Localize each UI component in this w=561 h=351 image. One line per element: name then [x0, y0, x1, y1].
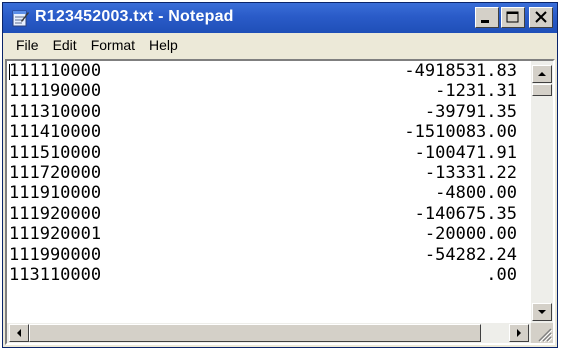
text-line: 111990000 -54282.24 — [7, 245, 531, 265]
text-line: 111190000 -1231.31 — [7, 81, 531, 101]
account-code: 111410000 — [9, 122, 102, 143]
text-line: 111910000 -4800.00 — [7, 183, 531, 203]
maximize-icon — [506, 11, 519, 23]
text-line: 111310000 -39791.35 — [7, 102, 531, 122]
minimize-button[interactable] — [475, 7, 499, 28]
text-line: 113110000 .00 — [7, 265, 531, 285]
amount-value: .00 — [486, 264, 517, 285]
account-code: 111920000 — [9, 203, 102, 224]
text-line: 111410000 -1510083.00 — [7, 122, 531, 142]
arrow-left-icon — [17, 329, 21, 337]
text-line: 111510000 -100471.91 — [7, 143, 531, 163]
text-line: 111920001 -20000.00 — [7, 224, 531, 244]
scroll-left-button[interactable] — [9, 324, 29, 342]
account-code: 111910000 — [9, 183, 102, 204]
amount-value: -13331.22 — [424, 162, 517, 183]
vertical-scrollbar[interactable] — [531, 61, 553, 323]
title-bar[interactable]: R123452003.txt - Notepad — [3, 3, 557, 33]
text-line: 111920000 -140675.35 — [7, 204, 531, 224]
menu-bar: File Edit Format Help — [3, 33, 557, 57]
account-code: 113110000 — [9, 264, 102, 285]
account-code: 111310000 — [9, 101, 102, 122]
amount-value: -4800.00 — [435, 183, 517, 204]
arrow-right-icon — [517, 329, 521, 337]
amount-value: -1510083.00 — [404, 122, 517, 143]
account-code: 111110000 — [9, 61, 102, 81]
account-code: 111190000 — [9, 81, 102, 102]
text-line: 111110000 -4918531.83 — [7, 61, 531, 81]
scroll-right-button[interactable] — [509, 324, 529, 342]
amount-value: -1231.31 — [435, 81, 517, 102]
text-line: 111720000 -13331.22 — [7, 163, 531, 183]
text-editor[interactable]: 111110000 -4918531.83 111190000 -1231.31 1… — [7, 61, 531, 323]
caption-buttons — [475, 7, 553, 29]
resize-grip[interactable] — [531, 323, 553, 343]
menu-file[interactable]: File — [9, 37, 46, 53]
scroll-down-button[interactable] — [532, 303, 552, 321]
amount-value: -4918531.83 — [404, 61, 517, 81]
amount-value: -140675.35 — [414, 203, 517, 224]
menu-format[interactable]: Format — [84, 37, 142, 53]
account-code: 111510000 — [9, 142, 102, 163]
horizontal-scroll-thumb[interactable] — [29, 324, 481, 342]
menu-edit[interactable]: Edit — [46, 37, 84, 53]
resize-grip-icon — [538, 328, 553, 343]
amount-value: -39791.35 — [424, 101, 517, 122]
arrow-down-icon — [538, 310, 546, 314]
notepad-icon[interactable] — [11, 9, 30, 27]
notepad-window: R123452003.txt - Notepad File Edit Forma… — [2, 2, 558, 348]
vertical-scroll-thumb[interactable] — [532, 84, 552, 96]
arrow-up-icon — [538, 72, 546, 76]
menu-help[interactable]: Help — [142, 37, 185, 53]
maximize-button[interactable] — [501, 7, 525, 28]
close-button[interactable] — [529, 7, 553, 28]
amount-value: -54282.24 — [424, 244, 517, 265]
window-title: R123452003.txt - Notepad — [35, 8, 234, 25]
editor-frame: 111110000 -4918531.83 111190000 -1231.31 1… — [5, 59, 555, 345]
scroll-up-button[interactable] — [532, 65, 552, 83]
account-code: 111990000 — [9, 244, 102, 265]
account-code: 111720000 — [9, 162, 102, 183]
account-code: 111920001 — [9, 224, 102, 245]
amount-value: -20000.00 — [424, 224, 517, 245]
amount-value: -100471.91 — [414, 142, 517, 163]
horizontal-scrollbar[interactable] — [7, 323, 531, 343]
close-icon — [535, 11, 547, 23]
minimize-icon — [481, 20, 489, 23]
